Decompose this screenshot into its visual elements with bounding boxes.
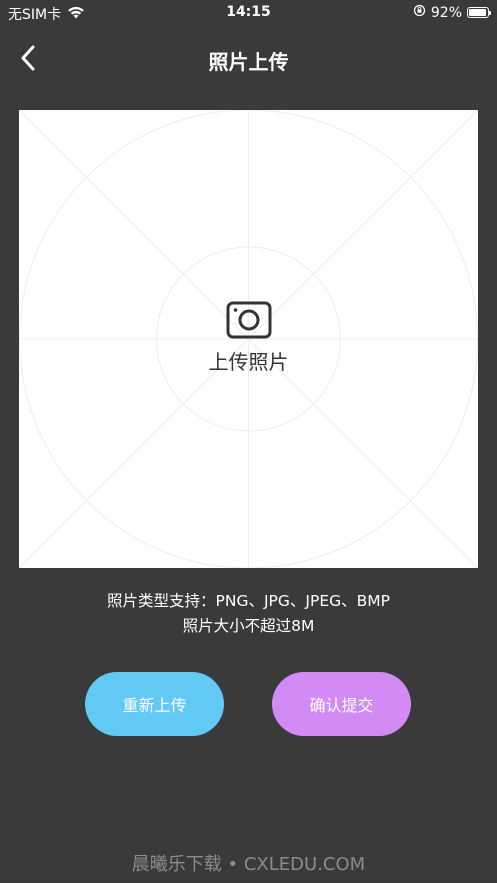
status-right: 92% xyxy=(413,4,491,21)
battery-fill xyxy=(469,9,486,16)
photo-upload-area[interactable]: 上传照片 xyxy=(19,110,478,568)
file-size-info: 照片大小不超过8M xyxy=(182,617,315,635)
file-type-info: 照片类型支持：PNG、JPG、JPEG、BMP xyxy=(107,592,390,610)
photo-upload-screen: 无SIM卡 14:15 92% 照片上传 上传照片 照片类型支持：PNG、JPG… xyxy=(0,0,497,883)
page-title: 照片上传 xyxy=(208,50,289,74)
upload-prompt: 上传照片 xyxy=(19,300,478,375)
battery-icon xyxy=(467,7,491,18)
orientation-lock-icon xyxy=(413,4,426,21)
watermark: 晨曦乐下载 • CXLEDU.COM xyxy=(131,854,366,875)
status-bar: 无SIM卡 14:15 92% xyxy=(0,0,497,26)
nav-bar: 照片上传 xyxy=(0,36,497,80)
battery-percent: 92% xyxy=(430,4,462,21)
reupload-button[interactable]: 重新上传 xyxy=(85,672,224,736)
submit-button[interactable]: 确认提交 xyxy=(272,672,411,736)
camera-icon xyxy=(226,301,271,339)
upload-label: 上传照片 xyxy=(208,350,289,374)
upload-requirements: 照片类型支持：PNG、JPG、JPEG、BMP 照片大小不超过8M xyxy=(0,589,497,639)
